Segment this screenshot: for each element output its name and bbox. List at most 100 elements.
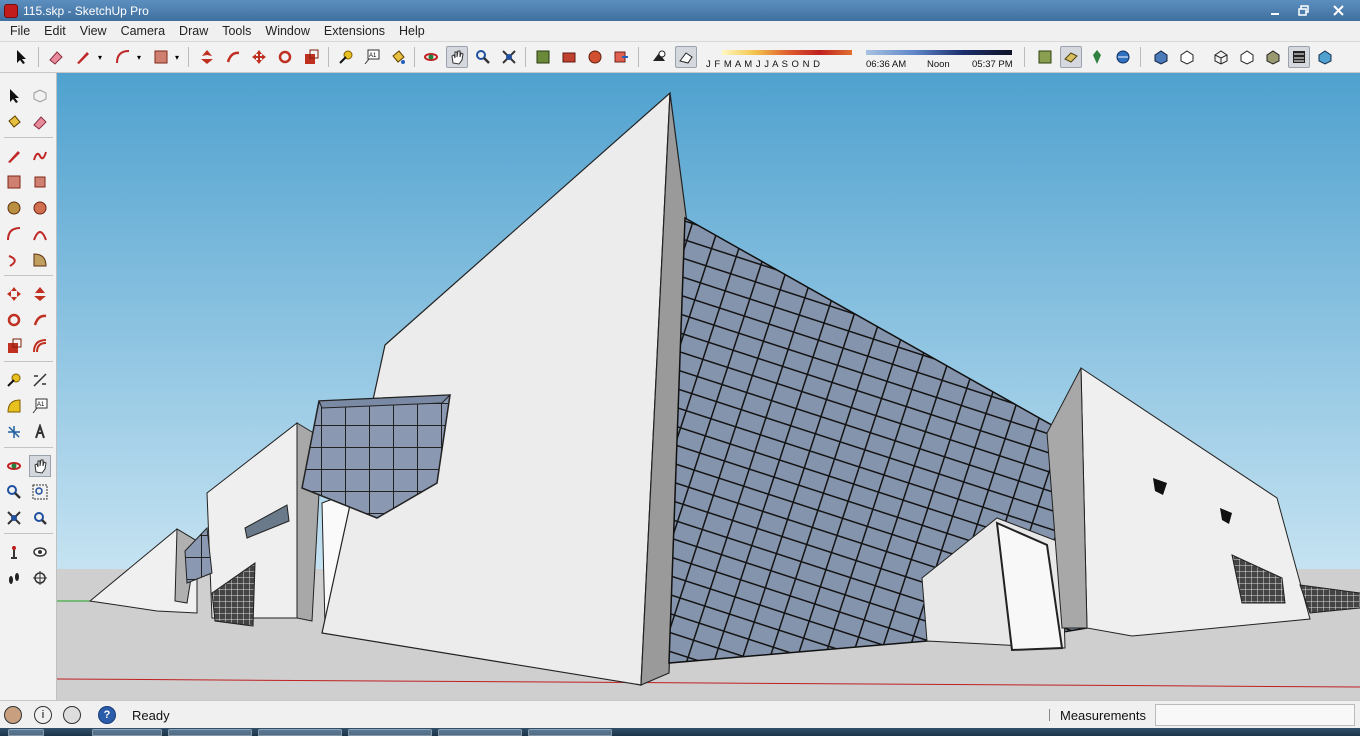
pan-hand-icon[interactable] <box>446 46 468 68</box>
select-tool-icon[interactable] <box>10 46 32 68</box>
add-location-icon[interactable] <box>1086 46 1108 68</box>
credits-info-icon[interactable]: i <box>34 706 52 724</box>
taskbar-item[interactable] <box>528 729 612 736</box>
move-icon[interactable] <box>3 283 25 305</box>
fog-toggle-icon[interactable] <box>675 46 697 68</box>
line-tool-icon[interactable] <box>3 145 25 167</box>
start-button[interactable] <box>8 729 44 736</box>
menu-window[interactable]: Window <box>258 24 316 38</box>
wireframe-style-icon[interactable] <box>1210 46 1232 68</box>
chevron-down-icon[interactable]: ▾ <box>172 46 182 68</box>
taskbar-item[interactable] <box>92 729 162 736</box>
zoom-icon[interactable] <box>472 46 494 68</box>
section-plane-icon[interactable] <box>29 567 51 589</box>
two-point-arc-icon[interactable] <box>29 223 51 245</box>
circle-icon[interactable] <box>3 197 25 219</box>
scale-icon[interactable] <box>300 46 322 68</box>
orbit-icon[interactable] <box>3 455 25 477</box>
protractor-icon[interactable] <box>3 395 25 417</box>
shaded-textures-style-icon[interactable] <box>1288 46 1310 68</box>
push-pull-icon[interactable] <box>196 46 218 68</box>
pan-hand-icon[interactable] <box>29 455 51 477</box>
month-slider[interactable]: J F M A M J J A S O N D <box>704 48 856 70</box>
rotate-icon[interactable] <box>3 309 25 331</box>
eraser-icon[interactable] <box>45 46 67 68</box>
geo-location-icon[interactable] <box>1112 46 1134 68</box>
xray-style-icon[interactable] <box>1150 46 1172 68</box>
measurements-input[interactable] <box>1155 704 1355 726</box>
arc-icon[interactable] <box>112 46 134 68</box>
scale-icon[interactable] <box>3 335 25 357</box>
tape-measure-icon[interactable] <box>335 46 357 68</box>
follow-me-icon[interactable] <box>29 309 51 331</box>
monochrome-style-icon[interactable] <box>1314 46 1336 68</box>
offset-icon[interactable] <box>29 335 51 357</box>
section-fill-icon[interactable] <box>1060 46 1082 68</box>
menu-camera[interactable]: Camera <box>114 24 172 38</box>
follow-me-icon[interactable] <box>222 46 244 68</box>
menu-draw[interactable]: Draw <box>172 24 215 38</box>
push-pull-icon[interactable] <box>29 283 51 305</box>
restore-button[interactable] <box>1290 2 1316 20</box>
chevron-down-icon[interactable]: ▾ <box>134 46 144 68</box>
rotated-rectangle-icon[interactable] <box>29 171 51 193</box>
modeling-viewport[interactable] <box>57 73 1360 700</box>
look-around-icon[interactable] <box>29 541 51 563</box>
minimize-button[interactable] <box>1262 2 1288 20</box>
menu-help[interactable]: Help <box>392 24 432 38</box>
geo-location-status-icon[interactable] <box>4 706 22 724</box>
share-model-icon[interactable] <box>558 46 580 68</box>
freehand-icon[interactable] <box>29 145 51 167</box>
user-account-icon[interactable] <box>63 706 81 724</box>
zoom-extents-icon[interactable] <box>3 507 25 529</box>
back-edges-style-icon[interactable] <box>1176 46 1198 68</box>
eraser-icon[interactable] <box>29 111 51 133</box>
rectangle-icon[interactable] <box>3 171 25 193</box>
close-button[interactable] <box>1318 2 1358 20</box>
orbit-icon[interactable] <box>420 46 442 68</box>
rectangle-icon[interactable] <box>150 46 172 68</box>
tape-measure-icon[interactable] <box>3 369 25 391</box>
pencil-icon[interactable] <box>72 46 94 68</box>
pie-icon[interactable] <box>29 249 51 271</box>
help-icon[interactable]: ? <box>98 706 116 724</box>
3d-text-icon[interactable] <box>29 421 51 443</box>
menu-view[interactable]: View <box>73 24 114 38</box>
arc-icon[interactable] <box>3 223 25 245</box>
text-icon[interactable]: A1 <box>29 395 51 417</box>
three-point-arc-icon[interactable] <box>3 249 25 271</box>
time-slider[interactable]: 06:36 AM Noon 05:37 PM <box>864 48 1014 70</box>
taskbar-item[interactable] <box>438 729 522 736</box>
move-icon[interactable] <box>248 46 270 68</box>
select-tool-icon[interactable] <box>3 85 25 107</box>
make-component-icon[interactable] <box>29 85 51 107</box>
position-camera-icon[interactable] <box>3 541 25 563</box>
components-icon[interactable] <box>584 46 606 68</box>
zoom-window-icon[interactable] <box>29 481 51 503</box>
taskbar-item[interactable] <box>258 729 342 736</box>
walk-icon[interactable] <box>3 567 25 589</box>
chevron-down-icon[interactable]: ▾ <box>95 46 105 68</box>
axes-icon[interactable] <box>3 421 25 443</box>
hidden-line-style-icon[interactable] <box>1236 46 1258 68</box>
menu-extensions[interactable]: Extensions <box>317 24 392 38</box>
rotate-icon[interactable] <box>274 46 296 68</box>
previous-view-icon[interactable] <box>29 507 51 529</box>
menu-file[interactable]: File <box>3 24 37 38</box>
dimension-icon[interactable] <box>29 369 51 391</box>
zoom-extents-icon[interactable] <box>498 46 520 68</box>
paint-bucket-icon[interactable] <box>3 111 25 133</box>
section-plane-icon[interactable] <box>1034 46 1056 68</box>
scene-canvas[interactable] <box>57 73 1360 700</box>
menu-tools[interactable]: Tools <box>215 24 258 38</box>
shadows-toggle-icon[interactable] <box>648 46 670 68</box>
extension-warehouse-icon[interactable] <box>610 46 632 68</box>
polygon-icon[interactable] <box>29 197 51 219</box>
paint-bucket-icon[interactable] <box>387 46 409 68</box>
warehouse-icon[interactable] <box>532 46 554 68</box>
taskbar-item[interactable] <box>348 729 432 736</box>
text-icon[interactable]: A1 <box>361 46 383 68</box>
menu-edit[interactable]: Edit <box>37 24 73 38</box>
shaded-style-icon[interactable] <box>1262 46 1284 68</box>
taskbar-item[interactable] <box>168 729 252 736</box>
